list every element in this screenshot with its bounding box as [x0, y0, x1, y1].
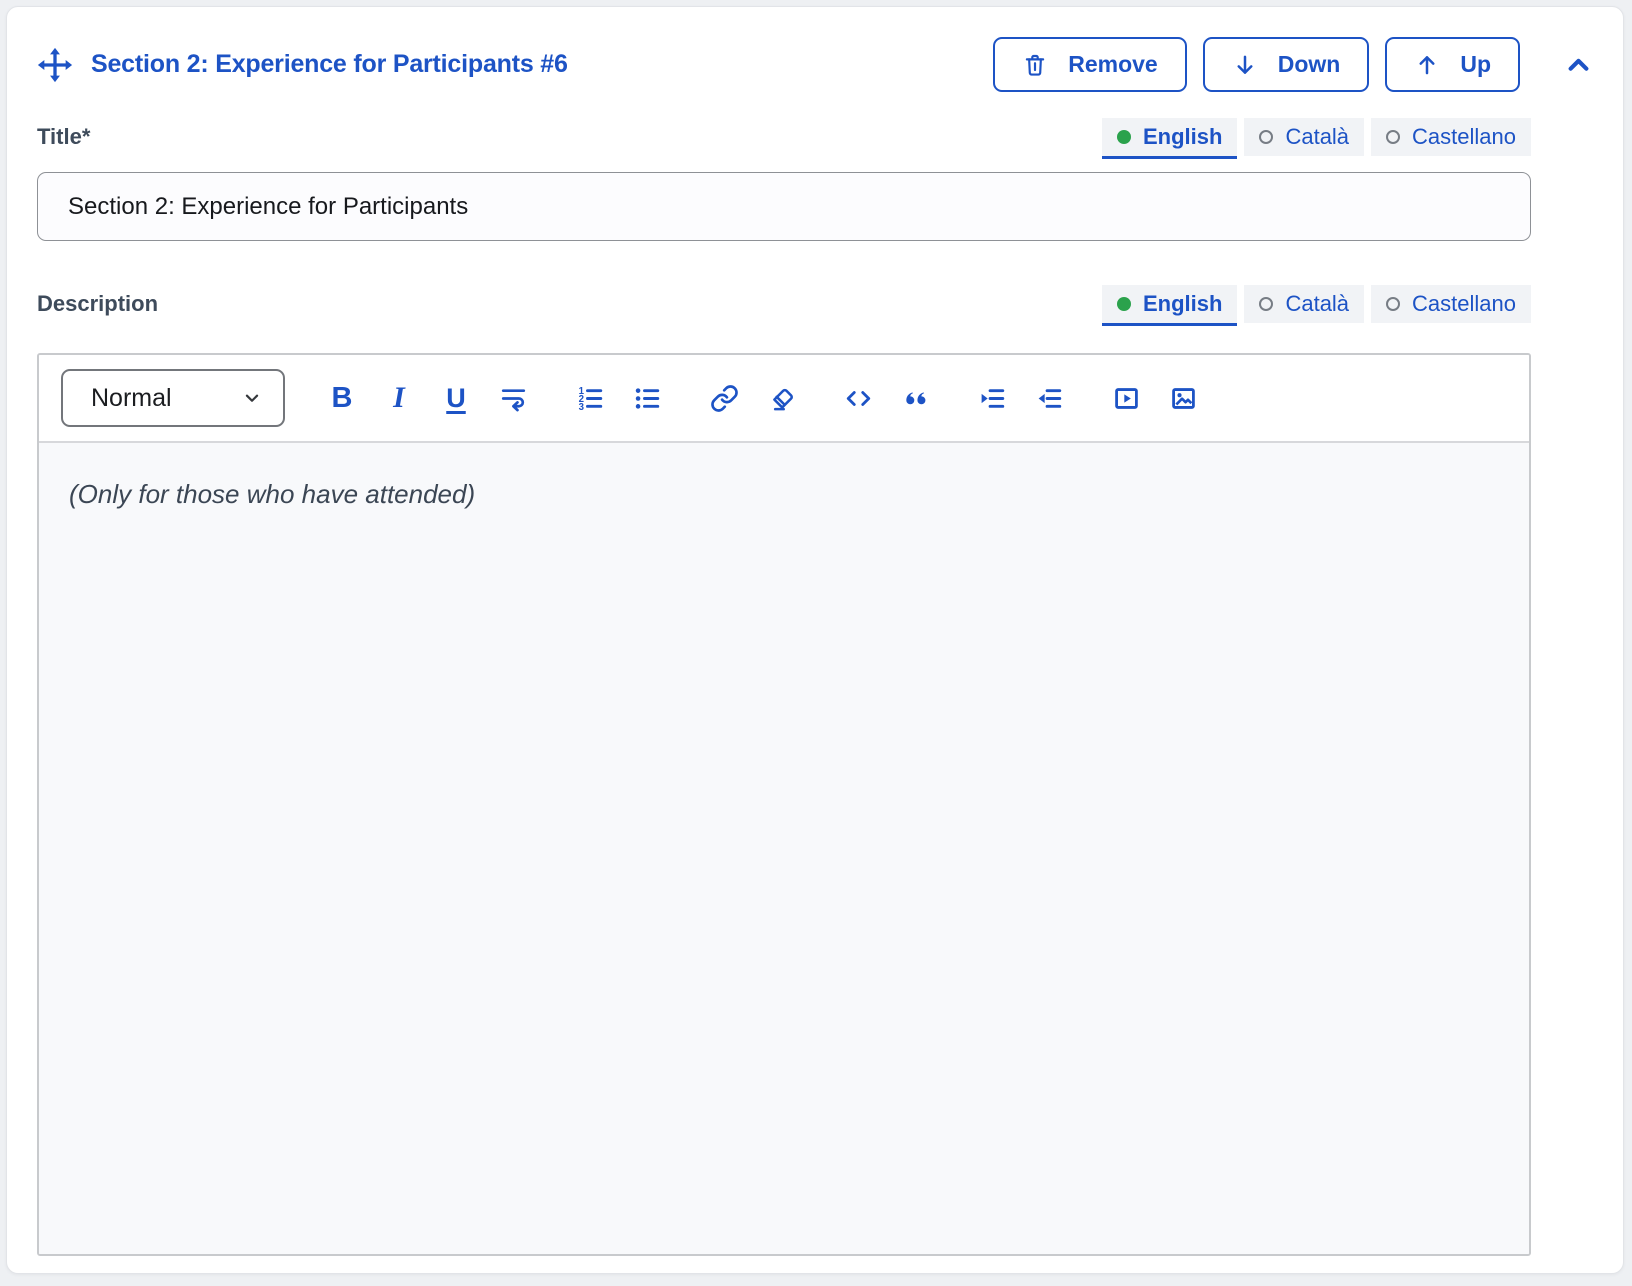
header-actions: Remove Down Up	[993, 37, 1593, 92]
language-tab-english[interactable]: English	[1102, 285, 1237, 323]
active-language-dot	[1117, 130, 1131, 144]
remove-button[interactable]: Remove	[993, 37, 1186, 92]
remove-button-label: Remove	[1068, 51, 1157, 78]
drag-handle[interactable]	[37, 47, 73, 83]
toolbar-group-text-style: B I U	[327, 378, 528, 418]
language-tab-label: Castellano	[1412, 124, 1516, 150]
toolbar-group-lists: 123	[575, 378, 662, 418]
toolbar-group-blocks	[843, 378, 930, 418]
bold-button[interactable]: B	[327, 378, 357, 418]
blockquote-button[interactable]	[900, 378, 930, 418]
language-tab-label: English	[1143, 291, 1222, 317]
language-tab-castellano[interactable]: Castellano	[1371, 285, 1531, 323]
link-icon	[710, 384, 739, 413]
language-tab-label: English	[1143, 124, 1222, 150]
inactive-language-dot	[1259, 297, 1273, 311]
eraser-icon	[767, 384, 796, 413]
description-language-tabs: English Català Castellano	[1102, 285, 1531, 323]
section-header: Section 2: Experience for Participants #…	[37, 37, 1593, 92]
svg-text:3: 3	[578, 401, 584, 412]
toolbar-group-indent	[977, 378, 1064, 418]
language-tab-english[interactable]: English	[1102, 118, 1237, 156]
underline-icon: U	[446, 383, 466, 414]
editor-text: (Only for those who have attended)	[69, 479, 1499, 510]
quote-icon	[901, 384, 930, 413]
outdent-button[interactable]	[1034, 378, 1064, 418]
language-tab-label: Castellano	[1412, 291, 1516, 317]
section-card: Section 2: Experience for Participants #…	[6, 6, 1624, 1274]
underline-button[interactable]: U	[441, 378, 471, 418]
ordered-list-button[interactable]: 123	[575, 378, 605, 418]
up-button-label: Up	[1460, 51, 1491, 78]
language-tab-label: Català	[1285, 124, 1349, 150]
chevron-up-icon	[1564, 50, 1593, 79]
ordered-list-icon: 123	[576, 384, 605, 413]
description-field-head: Description English Català Castellano	[37, 285, 1531, 323]
format-selector-value: Normal	[91, 384, 172, 413]
editor-content-area[interactable]: (Only for those who have attended)	[39, 443, 1529, 1254]
inactive-language-dot	[1259, 130, 1273, 144]
move-down-button[interactable]: Down	[1203, 37, 1370, 92]
code-view-button[interactable]	[843, 378, 873, 418]
language-tab-label: Català	[1285, 291, 1349, 317]
italic-icon: I	[393, 381, 405, 415]
collapse-section-button[interactable]	[1564, 50, 1593, 79]
video-icon	[1112, 384, 1141, 413]
toolbar-group-media	[1111, 378, 1198, 418]
format-selector[interactable]: Normal	[61, 369, 285, 427]
section-title: Section 2: Experience for Participants #…	[91, 50, 568, 79]
chevron-down-icon	[241, 387, 263, 409]
bold-icon: B	[332, 382, 353, 415]
editor-toolbar: Normal B I U	[39, 355, 1529, 443]
arrow-up-icon	[1414, 52, 1440, 78]
unordered-list-button[interactable]	[632, 378, 662, 418]
title-label: Title*	[37, 124, 90, 150]
inactive-language-dot	[1386, 297, 1400, 311]
toolbar-group-link	[709, 378, 796, 418]
link-button[interactable]	[709, 378, 739, 418]
move-icon	[37, 47, 73, 83]
arrow-down-icon	[1232, 52, 1258, 78]
unordered-list-icon	[633, 384, 662, 413]
title-field-head: Title* English Català Castellano	[37, 118, 1531, 156]
remove-format-button[interactable]	[766, 378, 796, 418]
text-wrap-icon	[499, 384, 528, 413]
description-label: Description	[37, 291, 158, 317]
language-tab-catala[interactable]: Català	[1244, 118, 1364, 156]
title-input[interactable]	[37, 172, 1531, 241]
italic-button[interactable]: I	[384, 378, 414, 418]
down-button-label: Down	[1278, 51, 1341, 78]
code-icon	[844, 384, 873, 413]
trash-icon	[1022, 52, 1048, 78]
title-language-tabs: English Català Castellano	[1102, 118, 1531, 156]
language-tab-castellano[interactable]: Castellano	[1371, 118, 1531, 156]
indent-button[interactable]	[977, 378, 1007, 418]
text-wrap-button[interactable]	[498, 378, 528, 418]
inactive-language-dot	[1386, 130, 1400, 144]
active-language-dot	[1117, 297, 1131, 311]
image-icon	[1169, 384, 1198, 413]
language-tab-catala[interactable]: Català	[1244, 285, 1364, 323]
move-up-button[interactable]: Up	[1385, 37, 1520, 92]
insert-video-button[interactable]	[1111, 378, 1141, 418]
indent-icon	[978, 384, 1007, 413]
description-editor: Normal B I U	[37, 353, 1531, 1256]
insert-image-button[interactable]	[1168, 378, 1198, 418]
outdent-icon	[1035, 384, 1064, 413]
